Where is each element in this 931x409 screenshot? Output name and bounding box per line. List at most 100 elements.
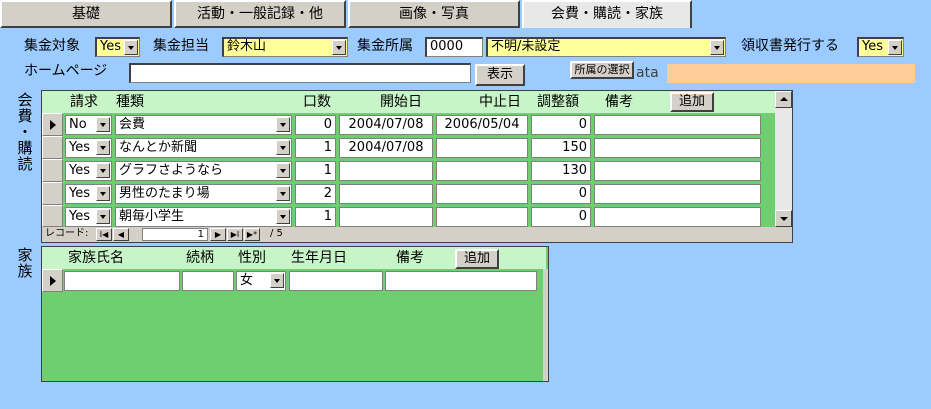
gender-select[interactable]: 女	[236, 271, 286, 291]
scroll-up-icon[interactable]	[775, 91, 792, 108]
chevron-down-icon[interactable]	[96, 209, 110, 224]
adjustment-field[interactable]: 0	[531, 207, 591, 227]
stop-date-field[interactable]	[436, 138, 528, 158]
family-note-field[interactable]	[385, 271, 537, 291]
record-selector[interactable]	[42, 113, 63, 136]
note-field[interactable]	[594, 184, 761, 204]
affiliation-select-button[interactable]: 所属の選択	[570, 61, 634, 79]
adjustment-field[interactable]: 0	[531, 184, 591, 204]
kind-select[interactable]: なんとか新聞	[115, 138, 292, 158]
note-field[interactable]	[594, 161, 761, 181]
chevron-down-icon[interactable]	[888, 40, 902, 55]
add-subscription-button[interactable]: 追加	[670, 92, 714, 112]
request-select[interactable]: Yes	[65, 184, 112, 204]
tab-activity[interactable]: 活動・一般記録・他	[174, 0, 346, 28]
side-char: 家	[17, 246, 33, 264]
collection-target-label: 集金対象	[24, 38, 80, 54]
receipt-label: 領収書発行する	[741, 38, 839, 54]
units-field[interactable]: 1	[295, 138, 336, 158]
units-field[interactable]: 1	[295, 161, 336, 181]
chevron-down-icon[interactable]	[124, 40, 138, 55]
record-navigation: レコード: I◀ ◀ 1 ▶ ▶I ▶* / 5	[42, 227, 792, 242]
stop-date-field[interactable]	[436, 207, 528, 227]
collection-target-select[interactable]: Yes	[95, 37, 140, 57]
tab-bar: 基礎 活動・一般記録・他 画像・写真 会費・購読・家族	[0, 0, 931, 28]
chevron-down-icon[interactable]	[96, 117, 110, 132]
units-field[interactable]: 1	[295, 207, 336, 227]
show-button[interactable]: 表示	[475, 64, 525, 86]
record-selector[interactable]	[42, 182, 63, 205]
tab-images[interactable]: 画像・写真	[348, 0, 520, 28]
add-family-button[interactable]: 追加	[455, 249, 499, 269]
chevron-down-icon[interactable]	[276, 140, 290, 155]
kind-select[interactable]: 会費	[115, 115, 292, 135]
request-select[interactable]: Yes	[65, 207, 112, 227]
note-field[interactable]	[594, 138, 761, 158]
side-char: 会	[17, 91, 33, 109]
kind-select[interactable]: グラフさようなら	[115, 161, 292, 181]
chevron-down-icon[interactable]	[332, 40, 346, 55]
chevron-down-icon[interactable]	[96, 186, 110, 201]
start-date-field[interactable]	[339, 184, 433, 204]
record-selector[interactable]	[42, 136, 63, 159]
prev-record-icon[interactable]: ◀	[113, 228, 129, 241]
chevron-down-icon[interactable]	[96, 163, 110, 178]
receipt-value: Yes	[862, 39, 883, 54]
header-family-name: 家族氏名	[68, 250, 124, 266]
receipt-select[interactable]: Yes	[857, 37, 904, 57]
scrollbar[interactable]	[775, 91, 792, 227]
units-field[interactable]: 2	[295, 184, 336, 204]
chevron-down-icon[interactable]	[276, 163, 290, 178]
next-record-icon[interactable]: ▶	[210, 228, 226, 241]
request-select[interactable]: Yes	[65, 138, 112, 158]
chevron-down-icon[interactable]	[270, 273, 284, 288]
chevron-down-icon[interactable]	[276, 117, 290, 132]
adjustment-field[interactable]: 130	[531, 161, 591, 181]
subscriptions-side-label: 会 費 ・ 購 読	[16, 92, 34, 172]
record-nav-label: レコード:	[45, 228, 89, 239]
record-selector[interactable]	[42, 269, 63, 292]
record-number-field[interactable]: 1	[142, 228, 208, 241]
header-adjustment: 調整額	[537, 94, 579, 110]
tab-basic[interactable]: 基礎	[0, 0, 172, 28]
first-record-icon[interactable]: I◀	[96, 228, 112, 241]
scroll-down-icon[interactable]	[775, 210, 792, 227]
start-date-field[interactable]: 2004/07/08	[339, 115, 433, 135]
note-field[interactable]	[594, 207, 761, 227]
request-select[interactable]: No	[65, 115, 112, 135]
stop-date-field[interactable]	[436, 184, 528, 204]
birth-date-field[interactable]	[289, 271, 383, 291]
collector-select[interactable]: 鈴木山	[222, 37, 348, 57]
request-value: No	[69, 117, 87, 132]
homepage-field[interactable]	[129, 63, 471, 83]
start-date-field[interactable]: 2004/07/08	[339, 138, 433, 158]
chevron-down-icon[interactable]	[276, 209, 290, 224]
data-field[interactable]	[667, 64, 915, 83]
relation-field[interactable]	[182, 271, 234, 291]
chevron-down-icon[interactable]	[710, 40, 724, 55]
stop-date-field[interactable]	[436, 161, 528, 181]
affiliation-code-field[interactable]: 0000	[425, 37, 483, 57]
chevron-down-icon[interactable]	[96, 140, 110, 155]
kind-select[interactable]: 男性のたまり場	[115, 184, 292, 204]
note-field[interactable]	[594, 115, 761, 135]
header-kind: 種類	[116, 94, 144, 110]
adjustment-field[interactable]: 0	[531, 115, 591, 135]
request-select[interactable]: Yes	[65, 161, 112, 181]
adjustment-field[interactable]: 150	[531, 138, 591, 158]
kind-select[interactable]: 朝毎小学生	[115, 207, 292, 227]
affiliation-name-select[interactable]: 不明/未設定	[486, 37, 726, 57]
record-selector[interactable]	[42, 205, 63, 227]
tab-fees-family[interactable]: 会費・購読・家族	[522, 0, 692, 28]
units-field[interactable]: 0	[295, 115, 336, 135]
chevron-down-icon[interactable]	[276, 186, 290, 201]
header-family-note: 備考	[396, 250, 424, 266]
stop-date-field[interactable]: 2006/05/04	[436, 115, 528, 135]
family-name-field[interactable]	[64, 271, 180, 291]
start-date-field[interactable]	[339, 161, 433, 181]
record-selector[interactable]	[42, 159, 63, 182]
start-date-field[interactable]	[339, 207, 433, 227]
new-record-icon[interactable]: ▶*	[244, 228, 260, 241]
last-record-icon[interactable]: ▶I	[227, 228, 243, 241]
record-total: / 5	[270, 228, 283, 239]
